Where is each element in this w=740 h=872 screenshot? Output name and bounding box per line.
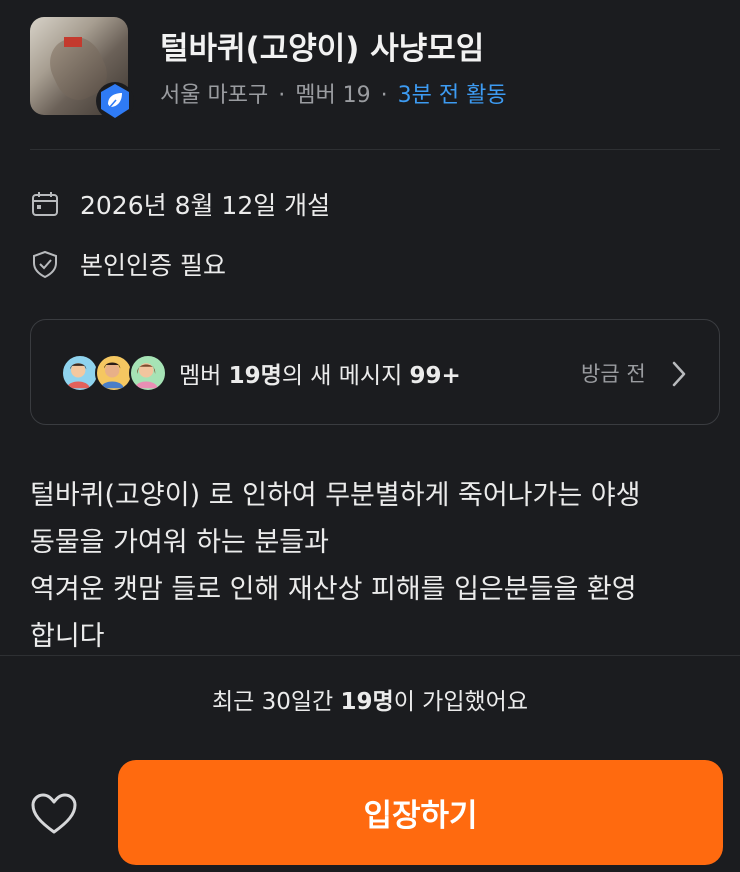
- group-header: 털바퀴(고양이) 사냥모임 서울 마포구 · 멤버 19 · 3분 전 활동: [30, 17, 720, 120]
- calendar-icon: [32, 192, 58, 216]
- opened-date-text: 2026년 8월 12일 개설: [80, 191, 331, 220]
- avatar: [129, 354, 167, 392]
- message-summary: 멤버 19명의 새 메시지 99+: [179, 356, 461, 390]
- shield-check-icon: [33, 250, 57, 279]
- opened-date-row: 2026년 8월 12일 개설: [30, 186, 330, 222]
- message-count: 99+: [409, 363, 461, 389]
- message-time: 방금 전: [581, 362, 646, 386]
- chevron-right-icon: [672, 361, 686, 387]
- recent-joined-text: 최근 30일간 19명이 가입했어요: [0, 682, 740, 716]
- joined-count: 19명: [340, 689, 394, 715]
- verification-text: 본인인증 필요: [80, 251, 226, 280]
- member-count: 19명: [228, 363, 282, 389]
- member-avatars: [61, 354, 171, 394]
- group-members: 멤버 19: [295, 83, 371, 108]
- meta-separator: ·: [278, 83, 286, 108]
- verified-badge-icon: [96, 82, 134, 120]
- message-middle: 의 새 메시지: [281, 363, 410, 389]
- description-line: 합니다: [30, 621, 105, 652]
- avatar: [61, 354, 99, 392]
- message-prefix: 멤버: [179, 363, 229, 389]
- group-meta: 서울 마포구 · 멤버 19 · 3분 전 활동: [160, 77, 507, 109]
- group-description: 털바퀴(고양이) 로 인하여 무분별하게 죽어나가는 야생 동물을 가여워 하는…: [30, 472, 730, 660]
- joined-prefix: 최근 30일간: [212, 689, 341, 715]
- meta-separator: ·: [380, 83, 388, 108]
- verification-row: 본인인증 필요: [30, 246, 226, 282]
- description-line: 털바퀴(고양이) 로 인하여 무분별하게 죽어나가는 야생: [30, 480, 641, 511]
- enter-button[interactable]: 입장하기: [118, 760, 723, 865]
- group-title: 털바퀴(고양이) 사냥모임: [160, 31, 485, 67]
- heart-outline-icon[interactable]: [30, 792, 78, 836]
- divider: [30, 149, 720, 150]
- group-location: 서울 마포구: [160, 83, 269, 108]
- description-line: 동물을 가여워 하는 분들과: [30, 527, 329, 558]
- group-activity: 3분 전 활동: [397, 83, 507, 108]
- description-line: 역겨운 캣맘 들로 인해 재산상 피해를 입은분들을 환영: [30, 574, 637, 605]
- joined-suffix: 이 가입했어요: [393, 689, 528, 715]
- footer-divider: [0, 655, 740, 656]
- message-card[interactable]: 멤버 19명의 새 메시지 99+ 방금 전: [30, 319, 720, 425]
- avatar: [95, 354, 133, 392]
